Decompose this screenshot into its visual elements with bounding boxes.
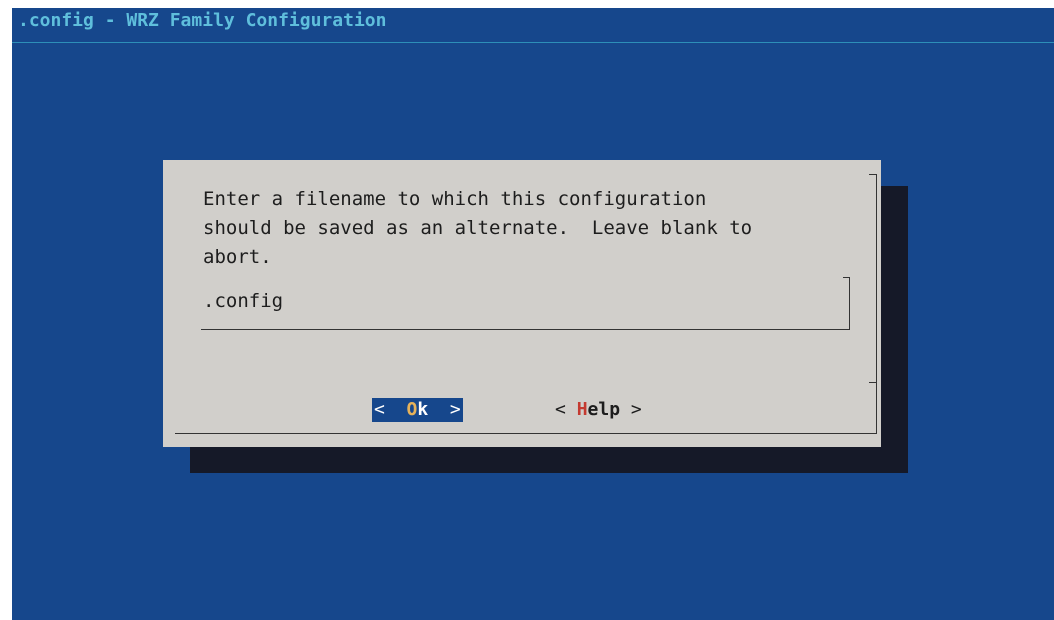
ok-button-label: k [417,399,429,420]
dialog-prompt: Enter a filename to which this configura… [203,188,753,268]
ok-button[interactable]: < Ok > [372,398,463,422]
window-title: .config - WRZ Family Configuration [18,10,387,31]
filename-value[interactable]: .config [203,290,283,312]
terminal-screen: .config - WRZ Family Configuration Enter… [12,8,1054,620]
dialog-frame-tick-top [869,174,876,175]
help-button-label: elp [587,399,621,420]
title-bar: .config - WRZ Family Configuration [12,8,1054,43]
save-config-dialog: Enter a filename to which this configura… [163,160,881,447]
ok-button-right-bracket: > [449,399,461,420]
help-button-hotkey: H [576,399,588,420]
filename-input-tick [843,277,849,278]
help-button-right-bracket: > [630,399,642,420]
ok-button-left-bracket: < [374,399,385,420]
dialog-frame-right [876,174,877,433]
help-button-left-bracket: < [555,399,566,420]
filename-input[interactable]: .config [201,277,850,330]
help-button[interactable]: < Help > [555,398,642,422]
dialog-frame-bottom [175,433,877,434]
ok-button-hotkey: O [406,399,418,420]
dialog-frame-tick-mid [869,382,876,383]
